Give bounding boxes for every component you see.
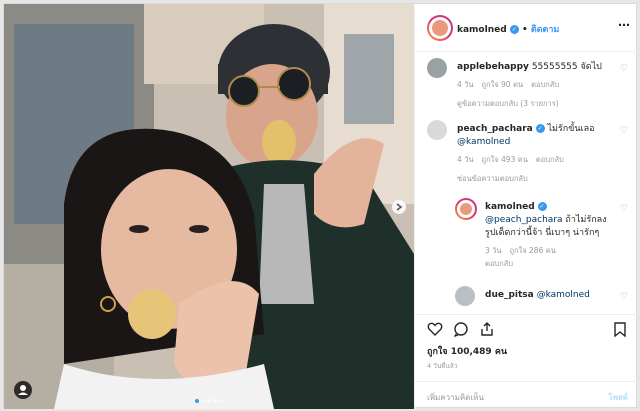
post-header: kamolned ✓ • ติดตาม ⋯ (415, 4, 638, 52)
comment-username[interactable]: kamolned (485, 202, 535, 212)
carousel-dot (207, 399, 211, 403)
comment-time[interactable]: 3 วัน (485, 246, 502, 255)
view-replies-button[interactable]: ดูข้อความตอบกลับ (3 รายการ) (457, 97, 612, 110)
carousel-dot (219, 399, 223, 403)
comment-username[interactable]: peach_pachara (457, 124, 533, 134)
carousel-dot (195, 399, 199, 403)
comment-input[interactable]: เพิ่มความคิดเห็น (427, 391, 484, 404)
heart-icon[interactable] (427, 321, 443, 337)
comment-text: 55555555 จัดไป (531, 62, 602, 72)
comment-likes[interactable]: ถูกใจ 90 คน (482, 80, 524, 89)
post-comment-button[interactable]: โพสต์ (608, 391, 628, 404)
heart-icon[interactable]: ♡ (620, 292, 628, 302)
action-bar (415, 314, 638, 342)
post-photo[interactable] (4, 4, 414, 409)
carousel-dot (213, 399, 217, 403)
avatar[interactable] (427, 58, 447, 78)
carousel-indicator (4, 399, 414, 403)
user-tag-icon[interactable] (14, 381, 32, 399)
verified-icon: ✓ (509, 25, 519, 34)
more-icon[interactable]: ⋯ (618, 18, 630, 32)
comment-username[interactable]: applebehappy (457, 62, 529, 72)
author-username[interactable]: kamolned (457, 25, 507, 35)
comment-time[interactable]: 4 วัน (457, 155, 474, 164)
avatar[interactable] (455, 198, 477, 220)
heart-icon[interactable]: ♡ (620, 64, 628, 74)
avatar[interactable] (455, 286, 475, 306)
post-timestamp[interactable]: 4 วันที่แล้ว (427, 361, 457, 371)
post-modal: kamolned ✓ • ติดตาม ⋯ applebehappy 55555… (3, 3, 638, 409)
verified-icon: ✓ (537, 202, 547, 211)
comment-likes[interactable]: ถูกใจ 286 คน (510, 246, 556, 255)
comment-icon[interactable] (453, 321, 469, 338)
comment-username[interactable]: due_pitsa (485, 290, 534, 300)
reply-button[interactable]: ตอบกลับ (536, 155, 564, 164)
comment-time[interactable]: 4 วัน (457, 80, 474, 89)
bookmark-icon[interactable] (612, 321, 628, 338)
comments-list: applebehappy 55555555 จัดไป 4 วัน ถูกใจ 9… (415, 52, 638, 312)
separator-dot: • (521, 25, 531, 35)
post-side-panel: kamolned ✓ • ติดตาม ⋯ applebehappy 55555… (414, 4, 638, 409)
heart-icon[interactable]: ♡ (620, 126, 628, 136)
hide-replies-button[interactable]: ซ่อนข้อความตอบกลับ (457, 172, 612, 185)
avatar[interactable] (427, 15, 453, 41)
comment-mention[interactable]: @kamolned (457, 137, 510, 147)
post-author: kamolned ✓ • ติดตาม (457, 22, 559, 36)
comment-meta: 4 วัน ถูกใจ 493 คน ตอบกลับ (457, 153, 612, 166)
comment-meta: 4 วัน ถูกใจ 90 คน ตอบกลับ (457, 78, 612, 91)
avatar[interactable] (427, 120, 447, 140)
comment-mention[interactable]: @peach_pachara (485, 215, 563, 225)
chevron-right-icon[interactable] (392, 200, 406, 214)
reply-button[interactable]: ตอบกลับ (531, 80, 559, 89)
comment-likes[interactable]: ถูกใจ 493 คน (482, 155, 528, 164)
verified-icon: ✓ (535, 124, 545, 133)
comment-meta: 3 วัน ถูกใจ 286 คนตอบกลับ (485, 244, 612, 270)
comment-text: ไม่รักขั้นเลอ (547, 124, 595, 134)
heart-icon[interactable]: ♡ (620, 204, 628, 214)
follow-button[interactable]: ติดตาม (531, 25, 560, 35)
carousel-dot (201, 399, 205, 403)
share-icon[interactable] (479, 321, 495, 337)
like-count[interactable]: ถูกใจ 100,489 คน (427, 344, 507, 358)
comment-mention[interactable]: @kamolned (537, 290, 590, 300)
reply-button[interactable]: ตอบกลับ (485, 259, 513, 268)
add-comment-bar: เพิ่มความคิดเห็น โพสต์ (415, 381, 638, 409)
photo-illustration (4, 4, 414, 409)
